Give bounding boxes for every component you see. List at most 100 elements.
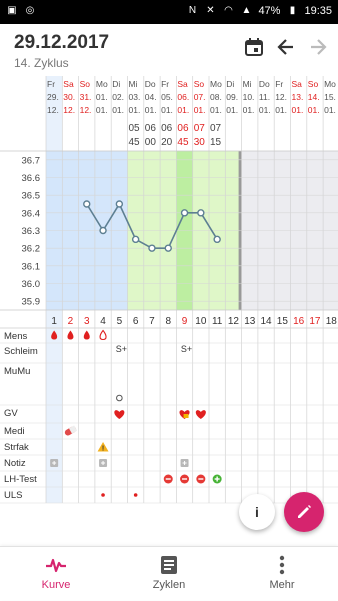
schleim-value: S+ bbox=[116, 344, 127, 354]
arrow-forward-icon[interactable] bbox=[306, 37, 330, 61]
y-tick-label: 36.2 bbox=[22, 244, 41, 255]
status-time: 19:35 bbox=[304, 5, 332, 17]
mute-icon: ✕ bbox=[206, 5, 215, 16]
wifi-icon: ◠ bbox=[224, 5, 233, 16]
row-label-mens: Mens bbox=[4, 331, 27, 342]
bottom-navigation: Kurve Zyklen Mehr bbox=[0, 546, 338, 600]
nav-mehr-label: Mehr bbox=[269, 579, 295, 591]
weekday-label: So bbox=[80, 79, 91, 89]
y-tick-label: 36.6 bbox=[22, 173, 41, 184]
pencil-icon bbox=[298, 505, 311, 518]
page-title: 29.12.2017 bbox=[14, 32, 110, 53]
date-day-label: 05. bbox=[161, 92, 173, 102]
edit-button[interactable] bbox=[284, 492, 324, 532]
nav-zyklen-label: Zyklen bbox=[152, 579, 186, 591]
y-tick-label: 36.4 bbox=[22, 208, 41, 219]
weekday-label: So bbox=[194, 79, 205, 89]
app-header: 29.12.2017 14. Zyklus bbox=[0, 24, 338, 76]
heart-icon[interactable] bbox=[195, 410, 206, 419]
time-hour-label: 07 bbox=[194, 123, 206, 134]
weekday-label: Sa bbox=[292, 79, 303, 89]
cycle-day-number: 2 bbox=[68, 316, 74, 327]
date-month-label: 01. bbox=[112, 105, 124, 115]
temperature-point[interactable] bbox=[164, 244, 172, 252]
arrow-back-icon[interactable] bbox=[274, 37, 298, 61]
date-day-label: 09. bbox=[226, 92, 238, 102]
cycle-day-number: 5 bbox=[117, 316, 123, 327]
weekday-label: Sa bbox=[177, 79, 188, 89]
list-icon bbox=[113, 555, 225, 575]
row-label-medi: Medi bbox=[4, 426, 25, 437]
uls-dot-icon[interactable] bbox=[133, 493, 138, 497]
y-tick-label: 36.1 bbox=[22, 261, 41, 272]
heart-icon[interactable] bbox=[114, 410, 125, 419]
date-day-label: 08. bbox=[210, 92, 222, 102]
time-hour-label: 06 bbox=[161, 123, 173, 134]
temperature-point[interactable] bbox=[131, 235, 140, 244]
date-month-label: 01. bbox=[210, 105, 222, 115]
nav-kurve-label: Kurve bbox=[41, 579, 71, 591]
row-label-gv: GV bbox=[4, 408, 18, 419]
date-day-label: 07. bbox=[194, 92, 206, 102]
temperature-point[interactable] bbox=[180, 209, 189, 217]
time-hour-label: 06 bbox=[145, 123, 157, 134]
weekday-label: Mo bbox=[210, 79, 222, 89]
row-label-schleim: Schleim bbox=[4, 346, 38, 357]
schleim-value: S+ bbox=[181, 344, 192, 354]
cycle-day-number: 10 bbox=[195, 316, 207, 327]
y-tick-label: 36.0 bbox=[22, 279, 41, 290]
date-month-label: 01. bbox=[96, 105, 108, 115]
mumu-circle-icon[interactable] bbox=[116, 394, 123, 402]
date-day-label: 02. bbox=[112, 92, 124, 102]
info-button[interactable]: i bbox=[239, 494, 275, 530]
time-minute-label: 30 bbox=[194, 137, 206, 148]
cycle-subtitle: 14. Zyklus bbox=[14, 56, 69, 70]
cycle-day-number: 7 bbox=[149, 316, 155, 327]
date-month-label: 01. bbox=[308, 105, 320, 115]
date-month-label: 01. bbox=[292, 105, 304, 115]
temperature-point[interactable] bbox=[148, 244, 156, 252]
cycle-day-number: 9 bbox=[182, 316, 188, 327]
weekday-label: Mo bbox=[324, 79, 336, 89]
whatsapp-icon: ◎ bbox=[25, 5, 35, 16]
date-month-label: 12. bbox=[63, 105, 75, 115]
temperature-point[interactable] bbox=[99, 226, 107, 235]
date-day-label: 29. bbox=[47, 92, 59, 102]
temperature-point[interactable] bbox=[115, 200, 124, 208]
date-month-label: 01. bbox=[161, 105, 173, 115]
blood-drop-icon[interactable] bbox=[67, 330, 74, 340]
time-minute-label: 20 bbox=[161, 137, 173, 148]
weekday-label: Fr bbox=[275, 79, 283, 89]
temperature-point[interactable] bbox=[83, 200, 91, 208]
nav-mehr[interactable]: Mehr bbox=[226, 547, 338, 601]
temperature-point[interactable] bbox=[213, 235, 221, 244]
date-day-label: 13. bbox=[292, 92, 304, 102]
weekday-label: Di bbox=[226, 79, 234, 89]
date-month-label: 01. bbox=[145, 105, 157, 115]
y-tick-label: 36.3 bbox=[22, 226, 41, 237]
heartbeat-icon bbox=[0, 555, 112, 575]
blood-drop-icon[interactable] bbox=[99, 329, 107, 341]
date-day-label: 14. bbox=[308, 92, 320, 102]
uls-dot-icon[interactable] bbox=[101, 493, 105, 497]
nfc-icon: N bbox=[188, 5, 197, 16]
date-day-label: 30. bbox=[63, 92, 75, 102]
time-minute-label: 15 bbox=[210, 137, 222, 148]
signal-icon: ▲ bbox=[241, 5, 252, 16]
row-label-mumu: MuMu bbox=[4, 366, 30, 377]
nav-kurve[interactable]: Kurve bbox=[0, 547, 112, 601]
weekday-label: So bbox=[308, 79, 319, 89]
temperature-point[interactable] bbox=[197, 209, 205, 217]
date-month-label: 12. bbox=[47, 105, 59, 115]
weekday-label: Fr bbox=[161, 79, 169, 89]
date-month-label: 01. bbox=[177, 105, 189, 115]
date-month-label: 01. bbox=[129, 105, 141, 115]
weekday-label: Do bbox=[259, 79, 270, 89]
calendar-icon[interactable] bbox=[242, 37, 266, 61]
nav-zyklen[interactable]: Zyklen bbox=[113, 547, 225, 601]
weekday-label: Mi bbox=[243, 79, 252, 89]
date-day-label: 01. bbox=[96, 92, 108, 102]
status-bar: ▣ ◎ N ✕ ◠ ▲ 47% ▮ 19:35 bbox=[0, 0, 338, 24]
blood-drop-icon[interactable] bbox=[83, 330, 90, 340]
cycle-chart[interactable]: Fr 29. 12. Sa 30. 12. So 31. 12. Mo 01. 01. Di 02. 01.… bbox=[0, 76, 338, 546]
